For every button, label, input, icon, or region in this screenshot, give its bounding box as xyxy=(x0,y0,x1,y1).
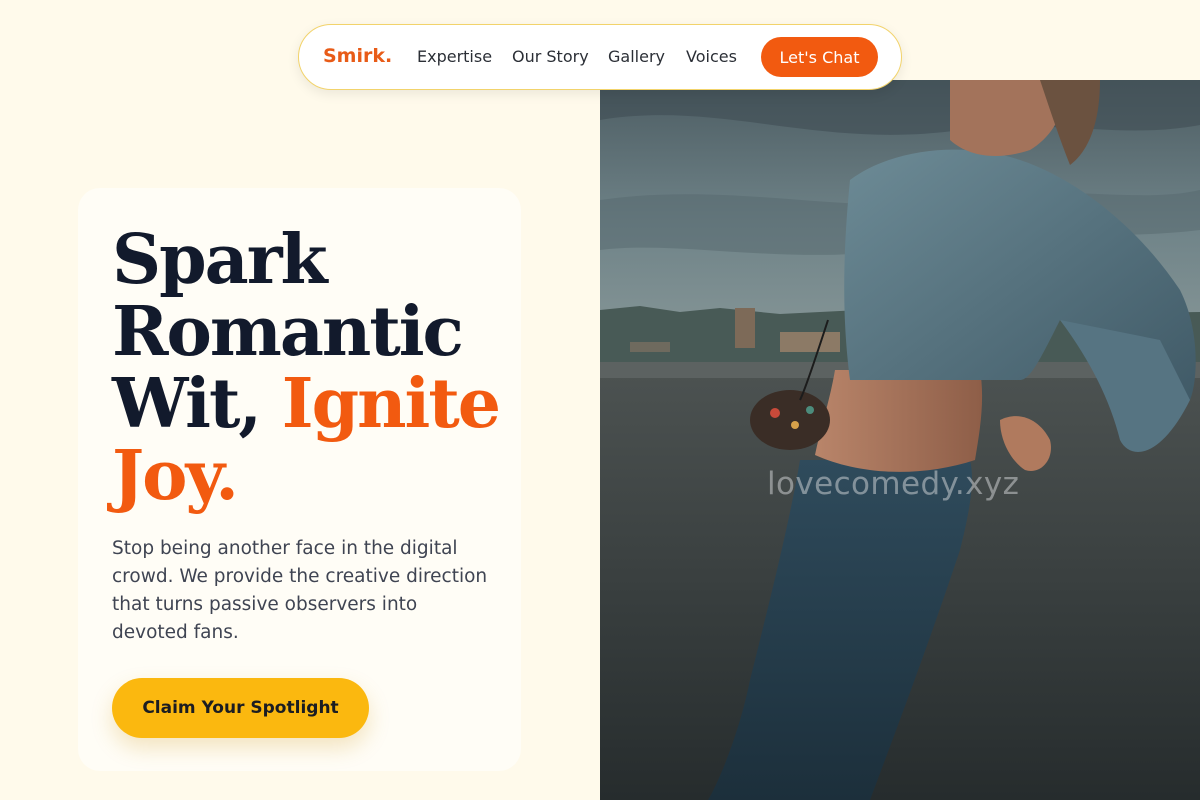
hero-description: Stop being another face in the digital c… xyxy=(112,538,488,643)
headline-line-1: Spark xyxy=(112,220,328,300)
top-navigation: Smirk. Expertise Our Story Gallery Voice… xyxy=(298,24,902,90)
watermark-text: lovecomedy.xyz xyxy=(767,466,1020,502)
nav-link-voices[interactable]: Voices xyxy=(686,47,737,66)
nav-link-our-story[interactable]: Our Story xyxy=(512,47,589,66)
headline-accent-joy: Joy. xyxy=(112,436,239,516)
lets-chat-button[interactable]: Let's Chat xyxy=(761,37,878,77)
hero-photo: lovecomedy.xyz xyxy=(600,80,1200,800)
hero-photo-illustration xyxy=(600,80,1200,800)
claim-spotlight-button[interactable]: Claim Your Spotlight xyxy=(112,678,369,738)
nav-link-expertise[interactable]: Expertise xyxy=(417,47,492,66)
hero-headline: Spark Romantic Wit, Ignite Joy. xyxy=(112,224,552,512)
headline-line-2: Romantic xyxy=(112,292,464,372)
brand-logo[interactable]: Smirk. xyxy=(323,45,392,67)
nav-link-gallery[interactable]: Gallery xyxy=(608,47,665,66)
headline-line-3: Wit, xyxy=(112,364,282,444)
headline-accent-ignite: Ignite xyxy=(281,364,501,444)
